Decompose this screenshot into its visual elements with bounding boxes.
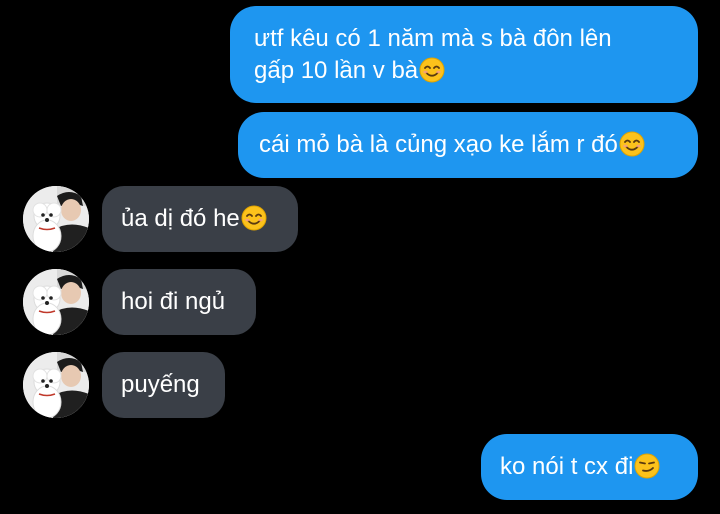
smiling-face-with-smiling-eyes-icon [241,205,267,231]
message-text: cái mỏ bà là củng xạo ke lắm r đó [259,131,618,158]
avatar[interactable] [23,186,89,252]
message-bubble-sent[interactable]: ưtf kêu có 1 năm mà s bà đôn lên gấp 10 … [230,6,698,103]
avatar-person-with-white-dog-icon [23,352,89,418]
message-bubble-received[interactable]: ủa dị đó he [102,186,298,252]
message-bubble-sent[interactable]: cái mỏ bà là củng xạo ke lắm r đó [238,112,698,178]
message-text: ko nói t cx đi [500,453,634,480]
message-text: hoi đi ngủ [121,288,226,315]
message-bubble-received[interactable]: hoi đi ngủ [102,269,256,335]
avatar[interactable] [23,352,89,418]
avatar-person-with-white-dog-icon [23,269,89,335]
avatar[interactable] [23,269,89,335]
smirking-face-icon [634,453,660,479]
smiling-face-with-smiling-eyes-icon [419,57,445,82]
message-bubble-received[interactable]: puyếng [102,352,225,418]
message-text: ủa dị đó he [121,205,240,232]
message-text: puyếng [121,371,200,398]
smiling-face-with-smiling-eyes-icon [619,131,645,157]
message-bubble-sent[interactable]: ko nói t cx đi [481,434,698,500]
avatar-person-with-white-dog-icon [23,186,89,252]
